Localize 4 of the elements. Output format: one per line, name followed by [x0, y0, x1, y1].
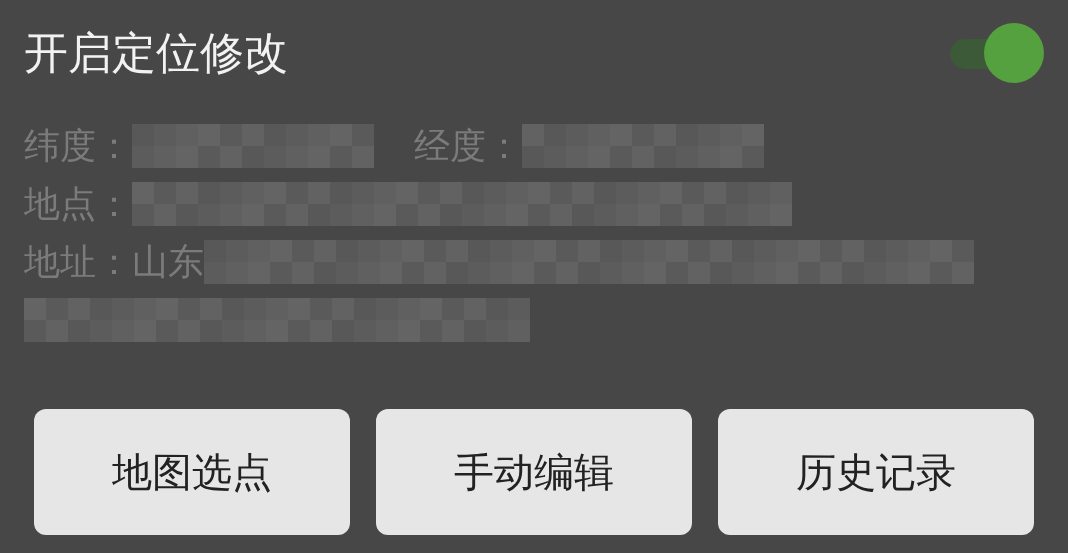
section-title: 开启定位修改: [24, 25, 288, 80]
action-button[interactable]: 地图选点: [34, 409, 350, 535]
action-button[interactable]: 手动编辑: [376, 409, 692, 535]
action-button[interactable]: 历史记录: [718, 409, 1034, 535]
